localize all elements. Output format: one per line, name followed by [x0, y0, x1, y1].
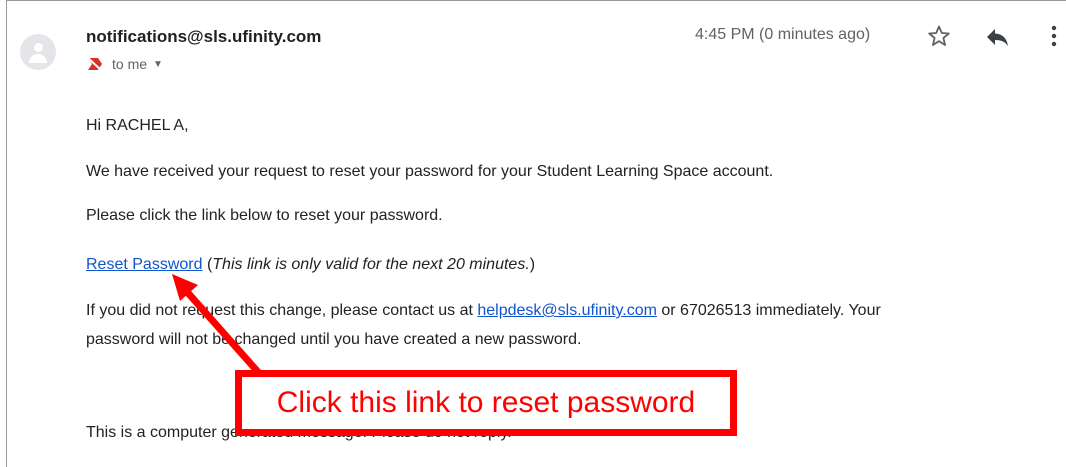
validity-open-paren: ( — [202, 256, 213, 273]
greeting: Hi RACHEL A, — [86, 117, 189, 134]
star-icon[interactable] — [927, 24, 951, 48]
contact-line: If you did not request this change, plea… — [86, 301, 881, 321]
annotation-callout: Click this link to reset password — [235, 370, 737, 436]
person-icon-head — [34, 43, 43, 52]
sender-avatar[interactable] — [20, 34, 56, 70]
person-icon-body — [29, 54, 47, 63]
chevron-down-icon[interactable]: ▼ — [153, 59, 163, 70]
contact-prefix: If you did not request this change, plea… — [86, 302, 478, 319]
reply-icon[interactable] — [985, 26, 1009, 48]
important-marker-icon[interactable] — [86, 56, 104, 72]
body-line-instruction: Please click the link below to reset you… — [86, 207, 443, 224]
helpdesk-email-link[interactable]: helpdesk@sls.ufinity.com — [477, 302, 657, 319]
validity-close-paren: ) — [529, 256, 536, 273]
sender-address[interactable]: notifications@sls.ufinity.com — [86, 27, 321, 47]
more-vertical-icon[interactable] — [1048, 24, 1060, 48]
validity-note: This link is only valid for the next 20 … — [212, 256, 530, 273]
email-timestamp: 4:45 PM (0 minutes ago) — [695, 26, 871, 43]
reset-link-line: Reset Password (This link is only valid … — [86, 255, 535, 275]
contact-suffix: or 67026513 immediately. Your — [656, 302, 881, 319]
recipient-row[interactable]: to me ▼ — [86, 54, 163, 74]
recipient-label[interactable]: to me — [112, 56, 147, 72]
body-line-request: We have received your request to reset y… — [86, 163, 774, 180]
password-unchanged-line: password will not be changed until you h… — [86, 331, 582, 348]
reset-password-link[interactable]: Reset Password — [86, 256, 203, 273]
